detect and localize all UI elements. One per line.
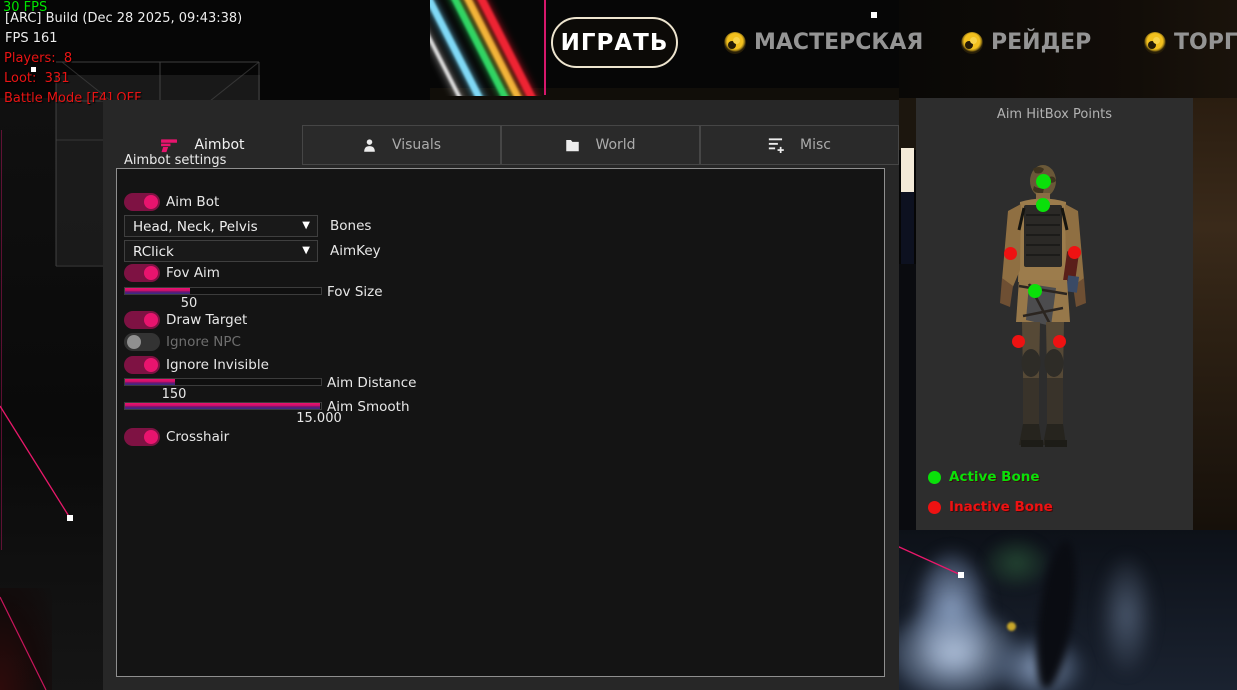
- tab-label: World: [595, 137, 635, 153]
- toggle-switch: [124, 333, 160, 351]
- legend-label: Inactive Bone: [949, 499, 1053, 515]
- esp-dot: [871, 12, 877, 18]
- aim-distance-slider[interactable]: 150 Aim Distance: [124, 378, 322, 386]
- tab-label: Misc: [800, 137, 831, 153]
- hitbox-panel: Aim HitBox Points: [916, 98, 1193, 530]
- legend-active-bone: Active Bone: [928, 469, 1040, 485]
- aim-distance-value: 150: [144, 387, 204, 402]
- legend-inactive-bone: Inactive Bone: [928, 499, 1053, 515]
- fov-size-value: 50: [159, 296, 219, 311]
- aimkey-label: AimKey: [330, 243, 381, 259]
- person-icon: [362, 138, 377, 153]
- tab-visuals[interactable]: Visuals: [302, 125, 501, 165]
- fov-aim-toggle[interactable]: Fov Aim: [124, 264, 220, 282]
- hitbox-point-right-shoulder: [1068, 246, 1081, 259]
- toggle-label: Aim Bot: [166, 194, 219, 210]
- gold-coin-icon: [1144, 32, 1166, 54]
- toggle-switch: [124, 311, 160, 329]
- dropdown-box: Head, Neck, Pelvis ▼: [124, 215, 318, 237]
- gold-coin-icon: [961, 32, 983, 54]
- ignore-invisible-toggle[interactable]: Ignore Invisible: [124, 356, 269, 374]
- hitbox-point-left-thigh: [1012, 335, 1025, 348]
- bones-label: Bones: [330, 218, 371, 234]
- menu-item-trade[interactable]: ТОРГО: [1144, 30, 1237, 55]
- aimkey-dropdown[interactable]: RClick ▼ AimKey: [124, 240, 318, 262]
- draw-target-toggle[interactable]: Draw Target: [124, 311, 247, 329]
- toggle-switch: [124, 356, 160, 374]
- menu-item-label: ТОРГО: [1174, 30, 1237, 55]
- cheat-menu-window: Aimbot Visuals World: [103, 100, 899, 690]
- chevron-down-icon: ▼: [302, 220, 310, 231]
- hitbox-point-head: [1036, 174, 1051, 189]
- hitbox-point-neck: [1036, 198, 1050, 212]
- sliders-plus-icon: [768, 137, 785, 153]
- menu-item-workshop[interactable]: МАСТЕРСКАЯ: [724, 30, 923, 55]
- bones-dropdown[interactable]: Head, Neck, Pelvis ▼ Bones: [124, 215, 318, 237]
- aim-bot-toggle[interactable]: Aim Bot: [124, 193, 219, 211]
- toggle-label: Fov Aim: [166, 265, 220, 281]
- slider-track[interactable]: [124, 378, 322, 386]
- game-screen: 30 FPS [ARC] Build (Dec 28 2025, 09:43:3…: [0, 0, 1237, 690]
- pistol-icon: [160, 138, 179, 153]
- aim-distance-label: Aim Distance: [327, 375, 416, 391]
- menu-item-label: МАСТЕРСКАЯ: [754, 30, 923, 55]
- inactive-bone-dot: [928, 501, 941, 514]
- players-count-text: Players: 8: [4, 51, 72, 66]
- dropdown-value: RClick: [133, 244, 174, 260]
- crosshair-toggle[interactable]: Crosshair: [124, 428, 229, 446]
- fov-size-slider[interactable]: 50 Fov Size: [124, 287, 322, 295]
- toggle-label: Ignore Invisible: [166, 357, 269, 373]
- toggle-label: Ignore NPC: [166, 334, 241, 350]
- menu-item-raider[interactable]: РЕЙДЕР: [961, 30, 1091, 55]
- dropdown-box: RClick ▼: [124, 240, 318, 262]
- hitbox-point-right-thigh: [1053, 335, 1066, 348]
- toggle-switch: [124, 193, 160, 211]
- chevron-down-icon: ▼: [302, 245, 310, 256]
- tab-misc[interactable]: Misc: [700, 125, 899, 165]
- tab-label: Aimbot: [194, 137, 244, 153]
- ignore-npc-toggle[interactable]: Ignore NPC: [124, 333, 241, 351]
- tab-label: Visuals: [392, 137, 441, 153]
- folder-icon: [565, 138, 580, 152]
- toggle-label: Crosshair: [166, 429, 229, 445]
- toggle-switch: [124, 428, 160, 446]
- legend-label: Active Bone: [949, 469, 1040, 485]
- menu-item-label: РЕЙДЕР: [991, 30, 1091, 55]
- hitbox-point-left-shoulder: [1004, 247, 1017, 260]
- build-info-text: [ARC] Build (Dec 28 2025, 09:43:38): [5, 11, 242, 26]
- fov-size-label: Fov Size: [327, 284, 383, 300]
- gold-coin-icon: [724, 32, 746, 54]
- hitbox-panel-title: Aim HitBox Points: [916, 107, 1193, 122]
- loot-count-text: Loot: 331: [4, 71, 69, 86]
- slider-track[interactable]: [124, 287, 322, 295]
- fps-counter-text: FPS 161: [5, 31, 58, 46]
- aim-smooth-label: Aim Smooth: [327, 399, 410, 415]
- hitbox-point-pelvis: [1028, 284, 1042, 298]
- play-button[interactable]: ИГРАТЬ: [551, 17, 678, 68]
- tab-world[interactable]: World: [501, 125, 700, 165]
- slider-track[interactable]: [124, 402, 322, 410]
- slider-fill: [125, 403, 320, 409]
- active-bone-dot: [928, 471, 941, 484]
- group-title: Aimbot settings: [119, 153, 231, 168]
- aim-smooth-slider[interactable]: 15.000 Aim Smooth: [124, 402, 322, 410]
- slider-fill: [125, 288, 190, 294]
- slider-fill: [125, 379, 175, 385]
- toggle-switch: [124, 264, 160, 282]
- toggle-label: Draw Target: [166, 312, 247, 328]
- dropdown-value: Head, Neck, Pelvis: [133, 219, 258, 235]
